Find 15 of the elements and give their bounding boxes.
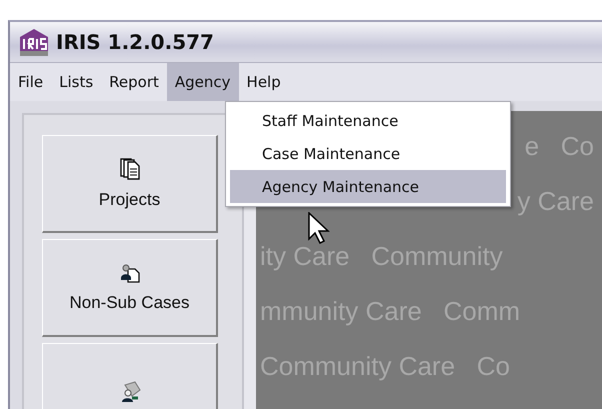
menu-item[interactable]: Report [101, 63, 167, 101]
dropdown-item[interactable]: Staff Maintenance [230, 104, 506, 137]
window-title: IRIS 1.2.0.577 [56, 30, 214, 54]
documents-icon [120, 158, 140, 180]
app-logo-icon [18, 27, 50, 57]
person-document-icon [120, 262, 140, 282]
dropdown-item[interactable]: Case Maintenance [230, 137, 506, 170]
menu-item[interactable]: File [10, 63, 52, 101]
sidebar-button[interactable]: Non-Sub Cases [42, 239, 218, 337]
pointer-cursor-icon [308, 212, 330, 244]
sidebar-button[interactable]: Projects [42, 135, 218, 233]
menu-item[interactable]: Agency [166, 63, 239, 101]
menu-item[interactable]: Help [238, 63, 289, 101]
dropdown-item[interactable]: Agency Maintenance [230, 170, 506, 203]
menu-item[interactable]: Lists [51, 63, 102, 101]
